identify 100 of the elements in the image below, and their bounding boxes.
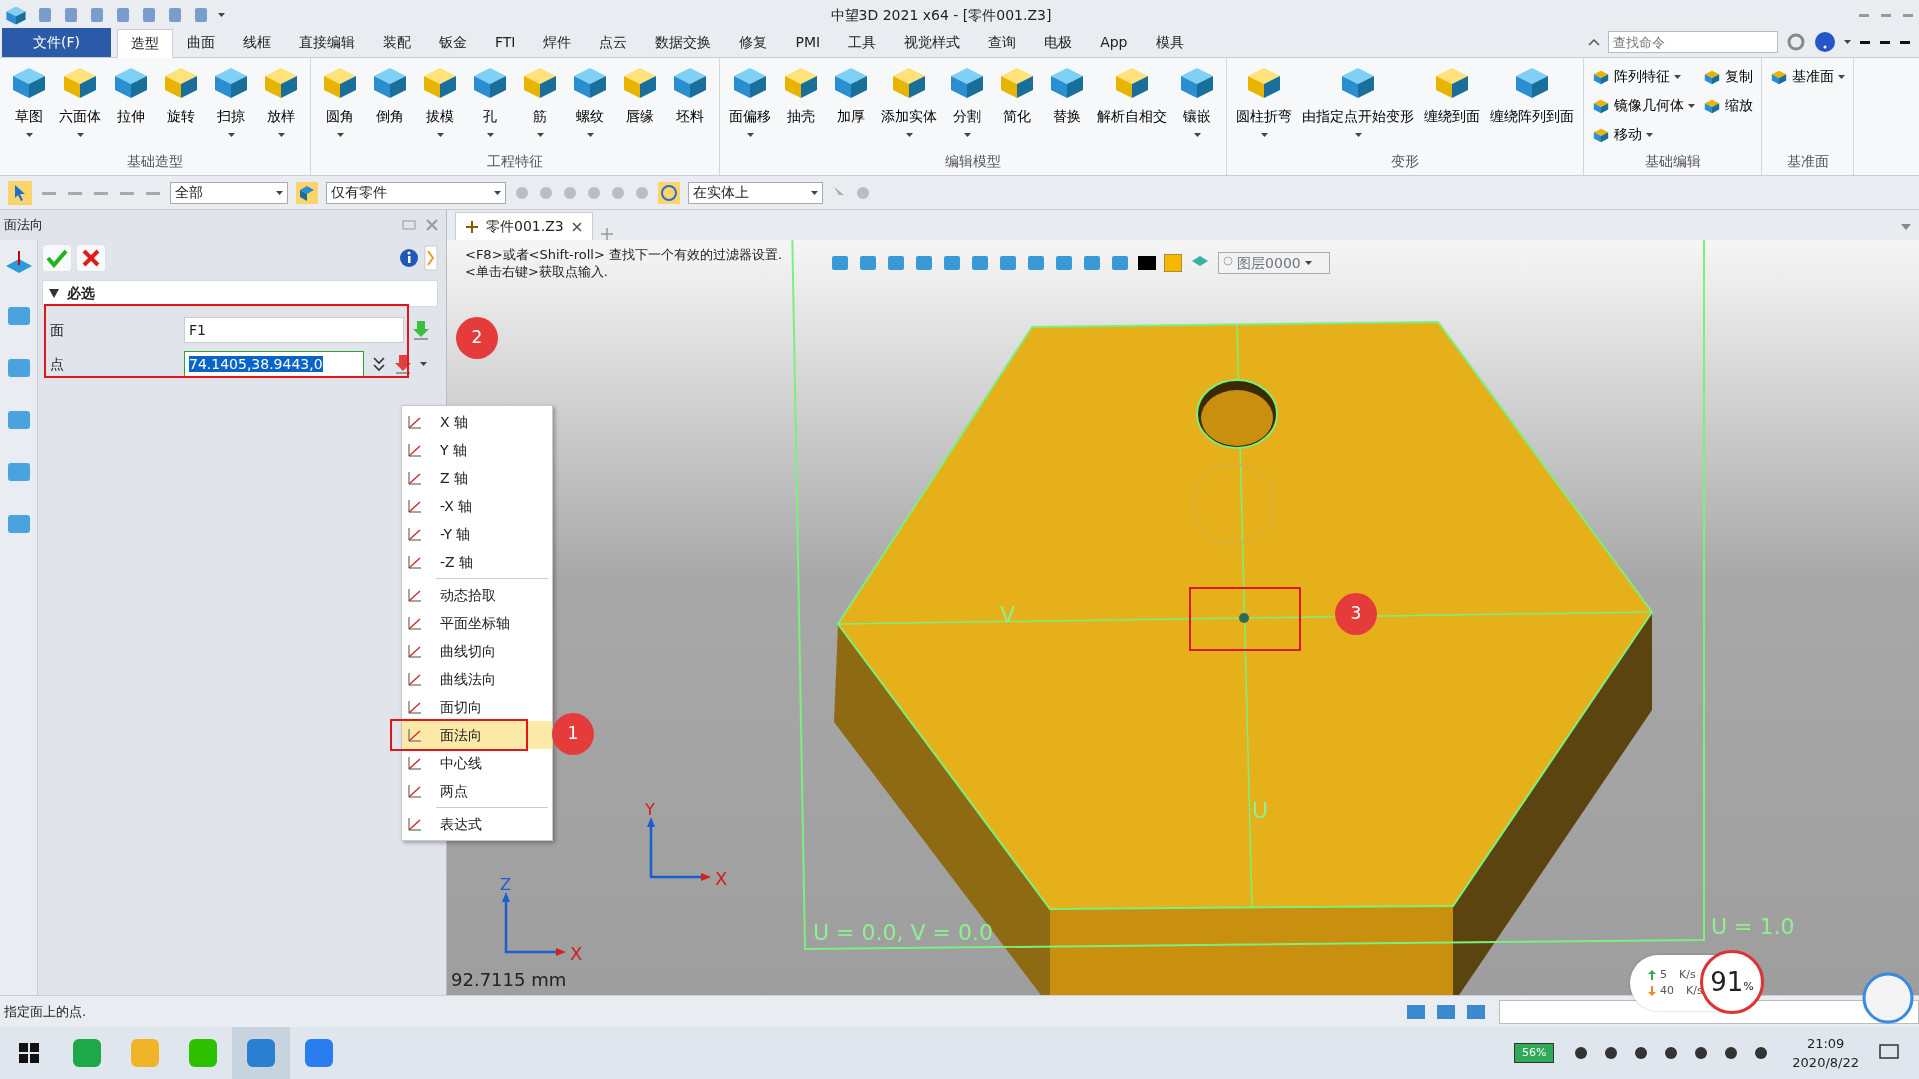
- ribbon-tool-button[interactable]: 分割: [942, 60, 992, 151]
- download-arrow-icon[interactable]: [412, 320, 430, 340]
- menu-tab[interactable]: 直接编辑: [285, 28, 369, 57]
- ribbon-tool-button[interactable]: 替换: [1042, 60, 1092, 151]
- input-field[interactable]: F1: [184, 317, 404, 343]
- menu-tab[interactable]: 查询: [974, 28, 1031, 57]
- new-tab-icon[interactable]: [600, 228, 613, 240]
- menu-tab[interactable]: PMI: [781, 28, 835, 57]
- menu-item[interactable]: 动态拾取: [402, 581, 552, 609]
- menu-tab[interactable]: 曲面: [173, 28, 229, 57]
- ribbon-tool-button[interactable]: 镜像几何体: [1588, 93, 1699, 118]
- menu-tab[interactable]: 视觉样式: [890, 28, 975, 57]
- collapse-ribbon-icon[interactable]: [1588, 38, 1600, 46]
- menu-tab[interactable]: FTI: [481, 28, 530, 57]
- ribbon-tool-button[interactable]: 移动: [1588, 122, 1699, 147]
- axis-icon: [406, 497, 424, 515]
- menu-tab[interactable]: 线框: [229, 28, 285, 57]
- ribbon-tool-button[interactable]: 圆柱折弯: [1231, 60, 1297, 151]
- axis-label: Y: [645, 800, 655, 819]
- ribbon-tool-button[interactable]: 旋转: [156, 60, 206, 151]
- ribbon-tool-button[interactable]: 筋: [515, 60, 565, 151]
- layer-dropdown[interactable]: 图层0000: [1218, 252, 1331, 274]
- menu-item[interactable]: Y 轴: [402, 436, 552, 464]
- windows-start-icon[interactable]: [19, 1043, 39, 1063]
- menu-tab[interactable]: 数据交换: [641, 28, 726, 57]
- menu-tab[interactable]: 电极: [1030, 28, 1087, 57]
- settings-icon[interactable]: [1786, 32, 1806, 52]
- menu-tab[interactable]: 钣金: [425, 28, 481, 57]
- menu-tab[interactable]: 修复: [725, 28, 782, 57]
- menu-item[interactable]: 曲线法向: [402, 665, 552, 693]
- menu-item[interactable]: 中心线: [402, 749, 552, 777]
- section-header[interactable]: 必选: [42, 280, 438, 307]
- ribbon-tool-button[interactable]: 基准面: [1766, 64, 1849, 89]
- ribbon-tool-button[interactable]: 拔模: [415, 60, 465, 151]
- notification-icon[interactable]: [1879, 1044, 1899, 1062]
- ribbon-tool-button[interactable]: 简化: [992, 60, 1042, 151]
- ribbon-tool-button[interactable]: 复制: [1699, 64, 1757, 89]
- menu-item[interactable]: Z 轴: [402, 464, 552, 492]
- menu-item[interactable]: 面法向: [402, 721, 552, 749]
- menu-tab[interactable]: 模具: [1141, 28, 1198, 57]
- part-filter-icon[interactable]: [296, 181, 318, 204]
- ribbon-tool-button[interactable]: 添加实体: [876, 60, 942, 151]
- menu-tab[interactable]: 装配: [369, 28, 425, 57]
- ribbon-tool-button[interactable]: 拉伸: [106, 60, 156, 151]
- avatar-icon[interactable]: [1862, 972, 1914, 1024]
- ribbon-tool-button[interactable]: 倒角: [365, 60, 415, 151]
- pin-icon[interactable]: [402, 220, 416, 230]
- dropdown-field[interactable]: 在实体上: [688, 181, 823, 204]
- ribbon-tool-button[interactable]: 面偏移: [724, 60, 776, 151]
- swatch-icon[interactable]: [1164, 254, 1183, 272]
- menu-tab[interactable]: App: [1086, 28, 1142, 57]
- ribbon-tool-button[interactable]: 坯料: [665, 60, 715, 151]
- cancel-button[interactable]: [76, 244, 106, 272]
- menu-tab[interactable]: 造型: [117, 29, 173, 58]
- ribbon-tool-button[interactable]: 解析自相交: [1092, 60, 1172, 151]
- ribbon-tool-button[interactable]: 扫掠: [206, 60, 256, 151]
- ribbon-tool-button[interactable]: 唇缘: [615, 60, 665, 151]
- status-text: 指定面上的点.: [3, 1002, 88, 1021]
- caret-icon[interactable]: [420, 362, 427, 366]
- ribbon-tool-button[interactable]: 缠绕阵列到面: [1485, 60, 1579, 151]
- ribbon-tool-button[interactable]: 圆角: [315, 60, 365, 151]
- menu-item[interactable]: 表达式: [402, 810, 552, 838]
- info-icon[interactable]: [398, 247, 420, 269]
- caret-icon[interactable]: [1844, 40, 1851, 44]
- menu-item[interactable]: 平面坐标轴: [402, 609, 552, 637]
- document-tab[interactable]: 零件001.Z3: [455, 212, 593, 240]
- ribbon-tool-button[interactable]: 加厚: [826, 60, 876, 151]
- menu-item[interactable]: X 轴: [402, 408, 552, 436]
- dropdown-field[interactable]: 仅有零件: [326, 181, 506, 204]
- menu-item[interactable]: 曲线切向: [402, 637, 552, 665]
- ribbon-tool-button[interactable]: 阵列特征: [1588, 64, 1699, 89]
- target-icon[interactable]: [658, 181, 680, 204]
- menu-tab[interactable]: 工具: [834, 28, 891, 57]
- menu-item[interactable]: -Z 轴: [402, 548, 552, 576]
- menu-tab[interactable]: 焊件: [529, 28, 586, 57]
- caret-icon[interactable]: [218, 13, 225, 17]
- help-icon[interactable]: [1814, 31, 1836, 53]
- menu-item[interactable]: 两点: [402, 777, 552, 805]
- confirm-button[interactable]: [42, 244, 72, 272]
- ribbon-tool-button[interactable]: 六面体: [54, 60, 106, 151]
- ribbon-tool-button[interactable]: 缩放: [1699, 93, 1757, 118]
- menu-item[interactable]: -X 轴: [402, 492, 552, 520]
- ribbon-tool-button[interactable]: 缠绕到面: [1419, 60, 1485, 151]
- ribbon-tool-button[interactable]: 草图: [4, 60, 54, 151]
- menu-tab[interactable]: 文件(F): [2, 28, 111, 57]
- ribbon-tool-button[interactable]: 抽壳: [776, 60, 826, 151]
- ribbon-tool-button[interactable]: 镶嵌: [1172, 60, 1222, 151]
- download-arrow-icon[interactable]: [394, 354, 412, 374]
- ribbon-tool-button[interactable]: 螺纹: [565, 60, 615, 151]
- double-chevron-icon[interactable]: [372, 356, 386, 372]
- dropdown-field[interactable]: 全部: [170, 181, 288, 204]
- search-field[interactable]: 查找命令: [1608, 31, 1778, 53]
- ribbon-tool-button[interactable]: 由指定点开始变形: [1297, 60, 1419, 151]
- menu-tab[interactable]: 点云: [585, 28, 642, 57]
- swatch-icon[interactable]: [1138, 256, 1157, 270]
- menu-item[interactable]: 面切向: [402, 693, 552, 721]
- ribbon-tool-button[interactable]: 放样: [256, 60, 306, 151]
- menu-item[interactable]: -Y 轴: [402, 520, 552, 548]
- input-field[interactable]: 74.1405,38.9443,0: [184, 351, 364, 377]
- ribbon-tool-button[interactable]: 孔: [465, 60, 515, 151]
